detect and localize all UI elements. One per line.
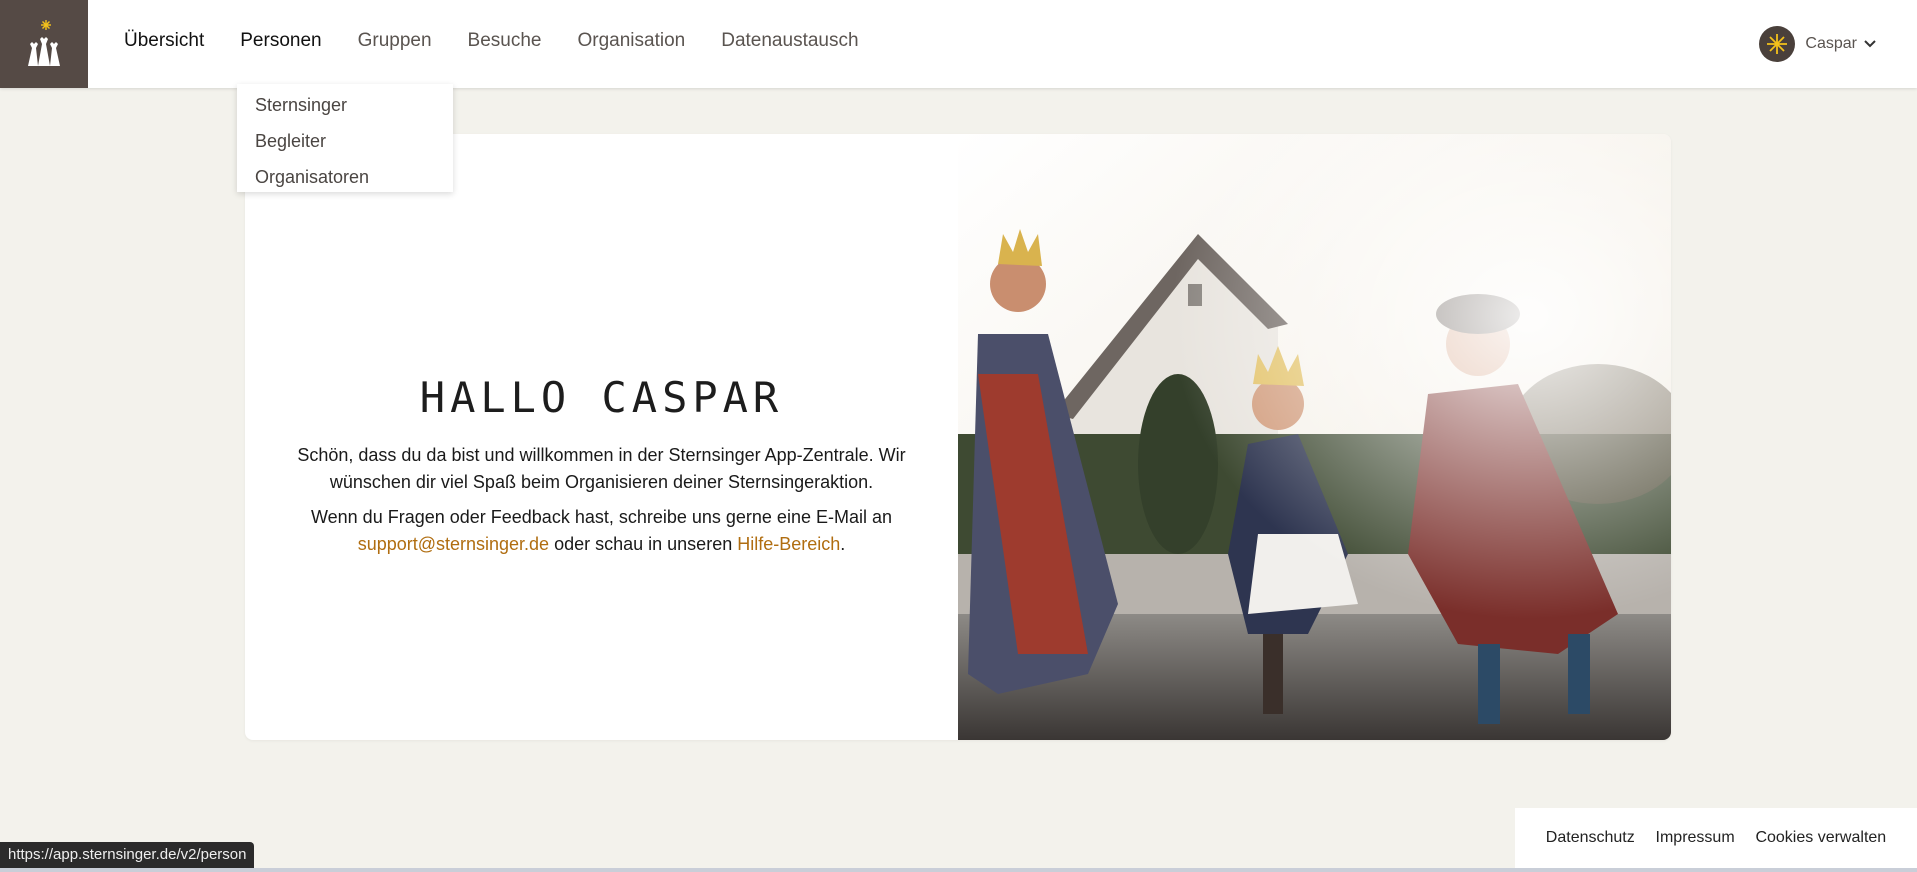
help-area-link[interactable]: Hilfe-Bereich bbox=[737, 534, 840, 554]
browser-status-url: https://app.sternsinger.de/v2/person bbox=[0, 842, 255, 868]
nav-organisation[interactable]: Organisation bbox=[578, 30, 686, 52]
contact-text-middle: oder schau in unseren bbox=[554, 533, 733, 554]
contact-text-end: . bbox=[840, 533, 846, 554]
star-avatar-icon bbox=[1759, 26, 1796, 62]
welcome-intro: Schön, dass du da bist und willkommen in… bbox=[297, 444, 906, 492]
nav-besuche[interactable]: Besuche bbox=[468, 30, 542, 52]
contact-text-start: Wenn du Fragen oder Feedback hast, schre… bbox=[310, 506, 892, 527]
welcome-contact: Wenn du Fragen oder Feedback hast, schre… bbox=[292, 504, 912, 558]
top-header: Übersicht Personen Gruppen Besuche Organ… bbox=[0, 0, 1917, 88]
footer-link-impressum[interactable]: Impressum bbox=[1656, 829, 1735, 847]
nav-personen[interactable]: Personen bbox=[240, 30, 321, 52]
welcome-title: Hallo Caspar bbox=[419, 372, 784, 422]
nav-datenaustausch[interactable]: Datenaustausch bbox=[721, 30, 858, 52]
welcome-text-panel: Hallo Caspar Schön, dass du da bist und … bbox=[245, 134, 958, 740]
dropdown-item-sternsinger[interactable]: Sternsinger bbox=[237, 90, 453, 126]
hero-photo bbox=[958, 134, 1671, 740]
user-name: Caspar bbox=[1805, 35, 1857, 52]
footer-link-cookies[interactable]: Cookies verwalten bbox=[1755, 829, 1886, 847]
three-kings-star-logo bbox=[28, 20, 60, 66]
user-menu[interactable]: Caspar bbox=[1759, 26, 1877, 62]
dropdown-item-organisatoren[interactable]: Organisatoren bbox=[237, 162, 453, 198]
main-nav: Übersicht Personen Gruppen Besuche Organ… bbox=[124, 0, 895, 82]
footer-link-datenschutz[interactable]: Datenschutz bbox=[1546, 829, 1635, 847]
browser-bottom-edge bbox=[0, 868, 1917, 872]
support-email-link[interactable]: support@sternsinger.de bbox=[358, 534, 549, 554]
footer-links: Datenschutz Impressum Cookies verwalten bbox=[1515, 808, 1917, 868]
personen-dropdown: Sternsinger Begleiter Organisatoren bbox=[237, 84, 453, 192]
chevron-down-icon bbox=[1864, 40, 1876, 48]
dropdown-item-begleiter[interactable]: Begleiter bbox=[237, 126, 453, 162]
nav-gruppen[interactable]: Gruppen bbox=[358, 30, 432, 52]
welcome-card: Hallo Caspar Schön, dass du da bist und … bbox=[245, 134, 1671, 740]
logo-home-link[interactable] bbox=[0, 0, 88, 88]
nav-uebersicht[interactable]: Übersicht bbox=[124, 30, 204, 52]
